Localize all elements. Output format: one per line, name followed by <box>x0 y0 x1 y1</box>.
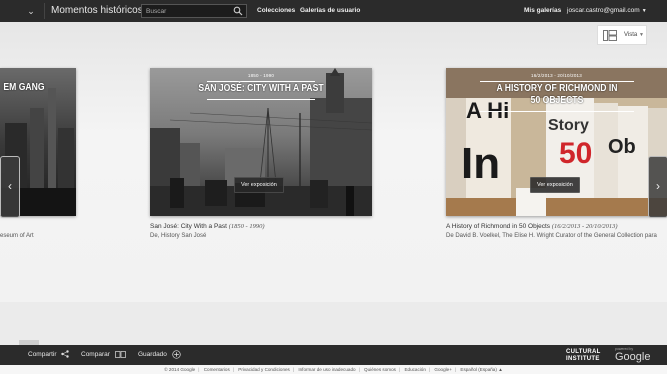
search-box[interactable] <box>141 4 247 18</box>
app-title[interactable]: Momentos históricos <box>51 0 143 22</box>
exhibit-card-image[interactable]: 1850 - 1990 SAN JOSÉ: CITY WITH A PAST V… <box>150 68 372 216</box>
add-icon <box>172 350 181 359</box>
footer-copyright: © 2014 Google <box>164 367 196 372</box>
exhibit-title-overlay: EM GANG <box>3 81 45 93</box>
exhibit-title-overlay: A HISTORY OF RICHMOND IN 50 OBJECTS <box>496 82 618 106</box>
view-label: Vista <box>624 32 638 38</box>
top-bar: ⌄ Momentos históricos Colecciones Galerí… <box>0 0 667 23</box>
nav-mis-galerias[interactable]: Mis galerías <box>524 0 561 22</box>
exhibit-caption[interactable]: San José: City With a Past (1850 - 1990) <box>150 223 265 230</box>
exhibit-caption[interactable]: A History of Richmond in 50 Objects (16/… <box>446 223 618 230</box>
footer-link-informar[interactable]: Informar de uso inadecuado <box>298 367 355 372</box>
exhibit-caption-dates: (1850 - 1990) <box>228 223 265 230</box>
cultural-institute-logo[interactable]: CULTURAL INSTITUTE <box>566 349 601 362</box>
view-exhibit-button[interactable]: Ver exposición <box>234 177 284 193</box>
chevron-down-icon[interactable]: ⌄ <box>24 4 38 18</box>
footer-link-educacion[interactable]: Educación <box>404 367 425 372</box>
bottom-bar: Compartir Comparar Guardado CULTURAL INS… <box>0 345 667 365</box>
compare-icon <box>114 350 126 358</box>
view-toggle-button[interactable]: Vista ▼ <box>597 25 647 45</box>
svg-text:Story: Story <box>548 117 589 134</box>
divider <box>44 3 45 19</box>
view-exhibit-button[interactable]: Ver exposición <box>530 177 580 193</box>
logo-line2: INSTITUTE <box>566 355 600 362</box>
saved-label: Guardado <box>138 351 167 358</box>
exhibit-caption-title: San José: City With a Past <box>150 223 227 230</box>
share-label: Compartir <box>28 351 57 358</box>
footer-language-select[interactable]: Español (España) ▲ <box>460 367 502 372</box>
chevron-down-icon: ▼ <box>639 32 644 38</box>
footer-link-privacidad[interactable]: Privacidad y Condiciones <box>238 367 290 372</box>
svg-text:Ob: Ob <box>608 136 636 158</box>
exhibit-dates-overlay: 1850 - 1990 <box>247 73 275 78</box>
search-input[interactable] <box>146 5 232 17</box>
user-email: joscar.castro@gmail.com <box>567 7 640 14</box>
chevron-down-icon: ▼ <box>641 8 647 14</box>
search-icon[interactable] <box>233 6 243 16</box>
exhibit-curator: De, History San José <box>150 233 207 239</box>
exhibit-dates-overlay: 16/2/2013 - 20/10/2013 <box>531 73 582 78</box>
arrow-right-icon[interactable]: › <box>648 156 667 218</box>
compare-button[interactable]: Comparar <box>81 345 126 365</box>
exhibit-caption-title: A History of Richmond in 50 Objects <box>446 223 551 230</box>
exhibit-title-overlay: SAN JOSÉ: CITY WITH A PAST <box>198 82 324 94</box>
language-label: Español (España) <box>460 367 497 372</box>
nav-colecciones[interactable]: Colecciones <box>257 0 295 22</box>
exhibit-curator: De David B. Voelkel, The Elise H. Wright… <box>446 233 657 239</box>
footer-link-quienes[interactable]: Quiénes somos <box>364 367 396 372</box>
exhibit-card-image[interactable]: In A Hi 50 Story Ob 16/2/2013 - 20/10/20… <box>446 68 667 216</box>
nav-galerias-usuario[interactable]: Galerías de usuario <box>300 0 360 22</box>
saved-button[interactable]: Guardado <box>138 345 181 365</box>
exhibit-curator: eseum of Art <box>0 233 34 239</box>
compare-label: Comparar <box>81 351 110 358</box>
share-button[interactable]: Compartir <box>28 345 70 365</box>
footer-link-googleplus[interactable]: Google+ <box>434 367 452 372</box>
user-menu[interactable]: joscar.castro@gmail.com ▼ <box>567 0 647 22</box>
svg-text:In: In <box>461 139 500 188</box>
title-divider <box>480 111 634 112</box>
grid-view-icon <box>603 30 617 41</box>
footer-link-comentarios[interactable]: Comentarios <box>204 367 230 372</box>
logo-line1: CULTURAL <box>566 349 601 355</box>
footer: © 2014 Google | Comentarios | Privacidad y… <box>0 365 667 374</box>
exhibit-caption-dates: (16/2/2013 - 20/10/2013) <box>551 223 618 230</box>
share-icon <box>61 350 70 358</box>
svg-text:50: 50 <box>559 137 592 170</box>
title-divider <box>207 99 315 100</box>
google-logo[interactable]: Google <box>615 351 650 363</box>
arrow-left-icon[interactable]: ‹ <box>0 156 20 218</box>
caret-up-icon: ▲ <box>498 367 503 372</box>
